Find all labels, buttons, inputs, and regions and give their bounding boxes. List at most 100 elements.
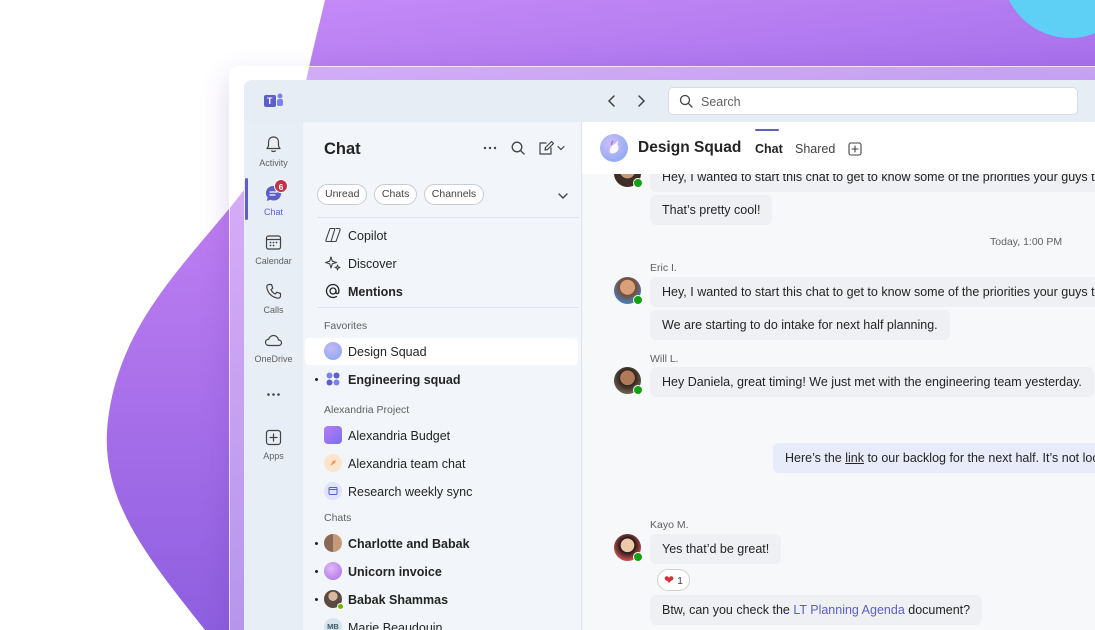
list-item-babak-shammas[interactable]: Babak Shammas xyxy=(305,586,578,613)
list-item-label: Charlotte and Babak xyxy=(348,537,470,551)
phone-icon xyxy=(266,283,282,299)
title-bar: T xyxy=(244,80,1095,122)
team-grid-icon xyxy=(326,372,340,386)
reaction-count: 1 xyxy=(677,575,683,587)
rail-item-more[interactable] xyxy=(244,384,303,430)
divider xyxy=(317,217,579,218)
calendar-icon xyxy=(265,235,282,250)
search-icon xyxy=(511,141,525,155)
add-tab-icon[interactable] xyxy=(848,142,862,156)
sender-name: Will L. xyxy=(650,353,679,365)
my-message-bubble: Here’s the link to our backlog for the n… xyxy=(773,443,1095,473)
active-tab-indicator xyxy=(755,129,779,131)
message-bubble: Hey, I wanted to start this chat to get … xyxy=(650,174,1095,192)
message-bubble: That’s pretty cool! xyxy=(650,195,773,225)
rail-label: Calls xyxy=(263,305,284,315)
list-item-discover[interactable]: Discover xyxy=(305,250,578,277)
rail-item-onedrive[interactable]: OneDrive xyxy=(244,330,303,376)
rail-item-calls[interactable]: Calls xyxy=(244,281,303,327)
unread-dot xyxy=(315,570,318,573)
alexandria-budget-avatar xyxy=(324,426,342,444)
sender-name: Eric I. xyxy=(650,262,677,274)
reaction-heart[interactable]: ❤ 1 xyxy=(657,569,690,591)
unread-dot xyxy=(315,598,318,601)
sparkle-icon xyxy=(324,256,341,271)
copilot-icon xyxy=(325,227,341,243)
sender-name: Kayo M. xyxy=(650,519,689,531)
list-item-unicorn-invoice[interactable]: Unicorn invoice xyxy=(305,558,578,585)
backlog-link[interactable]: link xyxy=(845,451,864,465)
list-item-charlotte-and-babak[interactable]: Charlotte and Babak xyxy=(305,530,578,557)
back-button[interactable] xyxy=(603,92,621,110)
panel-title: Chat xyxy=(324,140,361,158)
rail-item-chat[interactable]: 6 Chat xyxy=(244,179,303,229)
list-item-label: Discover xyxy=(348,257,397,271)
section-chats: Chats xyxy=(324,512,352,524)
chevron-left-icon xyxy=(607,95,615,107)
rail-label: Calendar xyxy=(255,256,292,266)
more-options-button[interactable] xyxy=(480,138,500,158)
rail-item-apps[interactable]: Apps xyxy=(244,427,303,473)
list-item-copilot[interactable]: Copilot xyxy=(305,222,578,249)
list-item-engineering-squad[interactable]: Engineering squad xyxy=(305,366,578,393)
message-list: Hey, I wanted to start this chat to get … xyxy=(582,174,1095,630)
search-box[interactable] xyxy=(668,87,1078,115)
conversation-pane: Design Squad Chat Shared Hey, I wanted t… xyxy=(582,122,1095,630)
chat-list-panel: Chat Unread Chats Channels Copilot Disco… xyxy=(303,122,582,630)
list-item-design-squad[interactable]: Design Squad xyxy=(305,338,578,365)
teams-logo-icon: T xyxy=(264,93,283,107)
search-input[interactable] xyxy=(701,92,1061,112)
design-squad-avatar xyxy=(600,134,628,162)
list-item-mentions[interactable]: Mentions xyxy=(305,278,578,305)
list-item-label: Research weekly sync xyxy=(348,485,473,499)
svg-text:T: T xyxy=(267,96,273,106)
message-text: Btw, can you check the xyxy=(662,603,794,617)
list-item-alexandria-team-chat[interactable]: Alexandria team chat xyxy=(305,450,578,477)
rail-label: Chat xyxy=(263,207,283,217)
list-item-label: Mentions xyxy=(348,285,403,299)
rocket-icon xyxy=(330,460,336,466)
chevron-down-icon[interactable] xyxy=(556,189,570,203)
list-item-label: Copilot xyxy=(348,229,387,243)
presence-available-icon xyxy=(633,385,643,395)
list-item-research-weekly-sync[interactable]: Research weekly sync xyxy=(305,478,578,505)
presence-available-icon xyxy=(633,178,643,188)
list-item-label: Alexandria Budget xyxy=(348,429,451,443)
filter-channels[interactable]: Channels xyxy=(423,184,485,205)
unicorn-icon xyxy=(609,140,619,154)
lt-planning-agenda-link[interactable]: LT Planning Agenda xyxy=(793,603,904,617)
tab-shared[interactable]: Shared xyxy=(795,142,835,156)
list-item-marie-beaudouin[interactable]: MB Marie Beaudouin xyxy=(305,614,578,630)
presence-available-icon xyxy=(633,295,643,305)
filter-unread[interactable]: Unread xyxy=(317,184,368,205)
divider xyxy=(317,307,579,308)
rail-item-activity[interactable]: Activity xyxy=(244,134,303,180)
list-item-label: Babak Shammas xyxy=(348,593,449,607)
calendar-small-icon xyxy=(328,487,338,495)
heart-icon: ❤ xyxy=(664,573,675,587)
message-text: to our backlog for the next half. It’s n… xyxy=(863,451,1095,465)
new-chat-button[interactable] xyxy=(536,138,566,158)
compose-icon xyxy=(539,140,565,155)
teams-app: T Activity xyxy=(244,80,1095,630)
message-bubble: Hey, I wanted to start this chat to get … xyxy=(650,277,1095,307)
presence-available-icon xyxy=(337,603,344,610)
message-bubble: Btw, can you check the LT Planning Agend… xyxy=(650,595,983,625)
message-bubble: Hey Daniela, great timing! We just met w… xyxy=(650,367,1094,397)
search-chats-button[interactable] xyxy=(508,138,528,158)
bell-icon xyxy=(266,136,281,153)
list-item-label: Engineering squad xyxy=(348,373,461,387)
filter-chats[interactable]: Chats xyxy=(373,184,418,205)
rail-label: Apps xyxy=(263,451,284,461)
forward-button[interactable] xyxy=(632,92,650,110)
marie-initials-avatar: MB xyxy=(324,618,342,630)
message-text: document? xyxy=(904,603,971,617)
group-avatar xyxy=(324,534,342,552)
list-item-alexandria-budget[interactable]: Alexandria Budget xyxy=(305,422,578,449)
tab-chat[interactable]: Chat xyxy=(755,142,783,156)
section-favorites: Favorites xyxy=(324,320,368,332)
rail-item-calendar[interactable]: Calendar xyxy=(244,232,303,278)
unread-dot xyxy=(315,378,318,381)
list-item-label: Marie Beaudouin xyxy=(348,621,443,630)
app-rail: Activity 6 Chat Calendar Calls OneDrive … xyxy=(244,122,303,630)
